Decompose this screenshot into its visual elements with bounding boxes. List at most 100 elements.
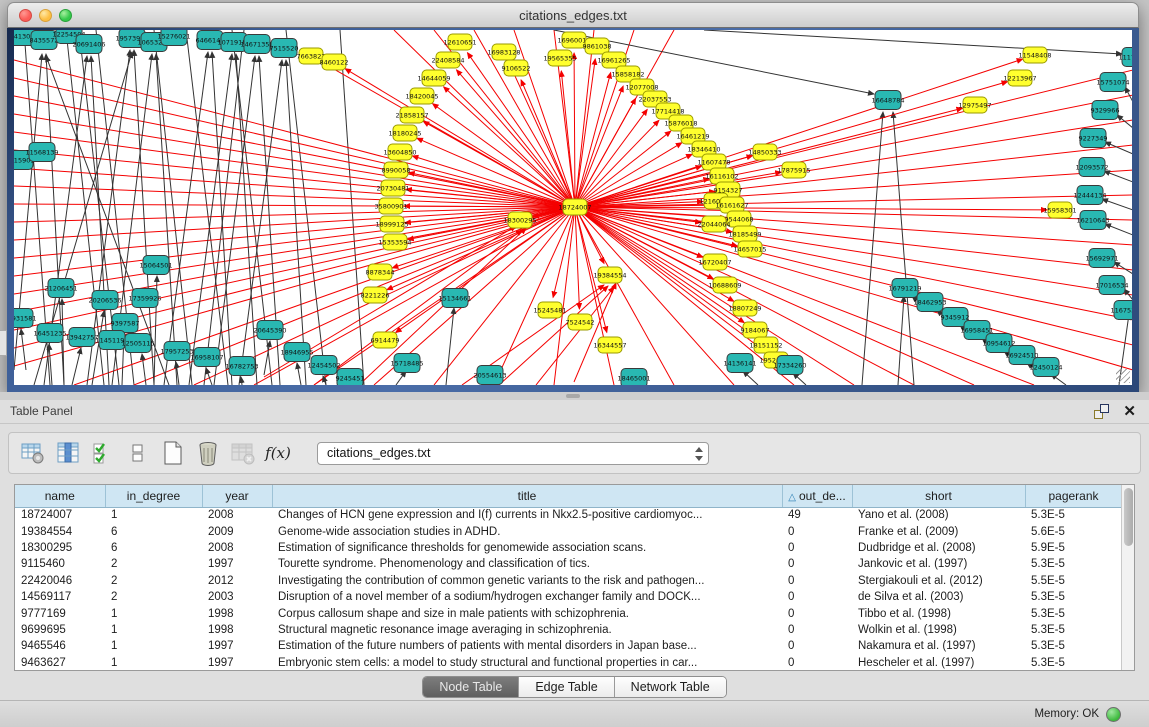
graph-node[interactable]: 14657015: [733, 241, 766, 257]
table-cell[interactable]: Tourette syndrome. Phenomenology and cla…: [272, 556, 782, 572]
graph-node[interactable]: 16344557: [593, 337, 626, 353]
graph-node[interactable]: 12610651: [443, 34, 476, 50]
delete-column-trash-icon[interactable]: [194, 439, 222, 467]
tab-node-table[interactable]: Node Table: [423, 677, 519, 697]
graph-node[interactable]: 15692971: [1085, 249, 1118, 268]
graph-node[interactable]: 19384554: [593, 267, 626, 283]
graph-node[interactable]: 18807249: [728, 300, 761, 316]
graph-node[interactable]: 12213967: [1003, 70, 1036, 86]
graph-node[interactable]: 15353594: [378, 234, 411, 250]
table-cell[interactable]: 9465546: [15, 638, 105, 654]
table-cell[interactable]: Investigating the contribution of common…: [272, 573, 782, 589]
graph-node[interactable]: 8460122: [320, 54, 349, 70]
table-cell[interactable]: Franke et al. (2009): [852, 523, 1025, 539]
graph-node-hub[interactable]: 18724007: [558, 199, 591, 215]
graph-node[interactable]: 12450124: [1029, 358, 1062, 377]
table-cell[interactable]: 0: [782, 523, 852, 539]
graph-node[interactable]: 11548408: [1018, 47, 1051, 63]
table-cell[interactable]: 5.3E-5: [1025, 556, 1122, 572]
table-cell[interactable]: 5.3E-5: [1025, 605, 1122, 621]
select-columns-icon[interactable]: [54, 439, 82, 467]
table-row[interactable]: 2242004622012Investigating the contribut…: [15, 573, 1122, 589]
graph-node[interactable]: 9329966: [1091, 101, 1120, 120]
resize-grip[interactable]: [1116, 369, 1130, 383]
graph-node[interactable]: 13604850: [383, 144, 416, 160]
graph-node[interactable]: 21858157: [395, 107, 428, 123]
table-cell[interactable]: 5.3E-5: [1025, 638, 1122, 654]
table-cell[interactable]: 5.3E-5: [1025, 589, 1122, 605]
table-cell[interactable]: 9115460: [15, 556, 105, 572]
table-cell[interactable]: 2: [105, 589, 202, 605]
table-cell[interactable]: 1998: [202, 605, 272, 621]
table-cell[interactable]: Hescheler et al. (1997): [852, 655, 1025, 671]
table-cell[interactable]: Dudbridge et al. (2008): [852, 540, 1025, 556]
table-cell[interactable]: Disruption of a novel member of a sodium…: [272, 589, 782, 605]
minimize-window-button[interactable]: [39, 9, 52, 22]
table-cell[interactable]: 22420046: [15, 573, 105, 589]
table-cell[interactable]: Embryonic stem cells: a model to study s…: [272, 655, 782, 671]
table-row[interactable]: 977716911998Corpus callosum shape and si…: [15, 605, 1122, 621]
table-cell[interactable]: 2: [105, 573, 202, 589]
table-cell[interactable]: 0: [782, 556, 852, 572]
graph-node[interactable]: 9184067: [741, 322, 770, 338]
table-cell[interactable]: Genome-wide association studies in ADHD.: [272, 523, 782, 539]
graph-node[interactable]: 15958301: [1043, 202, 1076, 218]
table-cell[interactable]: 9699695: [15, 622, 105, 638]
graph-node[interactable]: 8878344: [366, 264, 395, 280]
table-settings-icon[interactable]: [19, 439, 47, 467]
graph-node[interactable]: 18462953: [913, 293, 946, 312]
column-header-name[interactable]: name: [15, 485, 105, 507]
table-cell[interactable]: Changes of HCN gene expression and I(f) …: [272, 507, 782, 523]
graph-node[interactable]: 16782753: [225, 357, 258, 376]
graph-node[interactable]: 20206536: [88, 291, 121, 310]
table-cell[interactable]: 1997: [202, 556, 272, 572]
table-cell[interactable]: Stergiakouli et al. (2012): [852, 573, 1025, 589]
graph-node[interactable]: 18946955: [280, 343, 313, 362]
table-selector-dropdown[interactable]: citations_edges.txt: [317, 442, 709, 465]
table-cell[interactable]: Estimation of significance thresholds fo…: [272, 540, 782, 556]
table-cell[interactable]: 1997: [202, 638, 272, 654]
table-cell[interactable]: 0: [782, 638, 852, 654]
graph-node[interactable]: 10688609: [708, 277, 741, 293]
table-cell[interactable]: 5.5E-5: [1025, 573, 1122, 589]
network-canvas[interactable]: 2240858414644059184200452185815718180245…: [14, 30, 1132, 385]
graph-node[interactable]: 7515520: [270, 39, 299, 58]
table-cell[interactable]: Estimation of the future numbers of pati…: [272, 638, 782, 654]
table-cell[interactable]: 18300295: [15, 540, 105, 556]
graph-node[interactable]: 11173451: [1118, 48, 1132, 67]
graph-node[interactable]: 16451235: [33, 324, 66, 343]
table-cell[interactable]: 1997: [202, 655, 272, 671]
table-cell[interactable]: 49: [782, 507, 852, 523]
table-cell[interactable]: 0: [782, 605, 852, 621]
graph-node[interactable]: 15245481: [533, 302, 566, 318]
function-builder-icon[interactable]: f(x): [264, 439, 292, 467]
table-cell[interactable]: 0: [782, 622, 852, 638]
table-cell[interactable]: 2008: [202, 540, 272, 556]
table-cell[interactable]: 0: [782, 589, 852, 605]
table-cell[interactable]: Structural magnetic resonance image aver…: [272, 622, 782, 638]
graph-node[interactable]: 14136141: [723, 354, 756, 373]
table-cell[interactable]: 1: [105, 507, 202, 523]
table-cell[interactable]: 6: [105, 540, 202, 556]
graph-node[interactable]: 17875915: [777, 162, 810, 178]
graph-node[interactable]: 22044064: [697, 216, 730, 232]
graph-node[interactable]: 8990058: [382, 162, 411, 178]
graph-node[interactable]: 15064501: [139, 256, 172, 275]
graph-node[interactable]: 20554613: [473, 366, 506, 385]
graph-node[interactable]: 9106522: [502, 60, 531, 76]
table-cell[interactable]: 14569117: [15, 589, 105, 605]
graph-node[interactable]: 12093572: [1075, 158, 1108, 177]
graph-node[interactable]: 18185499: [728, 226, 761, 242]
graph-node[interactable]: 35800901: [374, 198, 407, 214]
table-cell[interactable]: 5.6E-5: [1025, 523, 1122, 539]
graph-node[interactable]: 18420045: [405, 88, 438, 104]
table-cell[interactable]: 0: [782, 655, 852, 671]
graph-node[interactable]: 12444134: [1073, 186, 1106, 205]
graph-node[interactable]: 16983128: [487, 44, 520, 60]
table-cell[interactable]: 5.3E-5: [1025, 622, 1122, 638]
table-row[interactable]: 969969511998Structural magnetic resonanc…: [15, 622, 1122, 638]
column-header-in_degree[interactable]: in_degree: [105, 485, 202, 507]
table-cell[interactable]: Tibbo et al. (1998): [852, 605, 1025, 621]
table-cell[interactable]: 2: [105, 556, 202, 572]
graph-node[interactable]: 15134661: [438, 289, 471, 308]
